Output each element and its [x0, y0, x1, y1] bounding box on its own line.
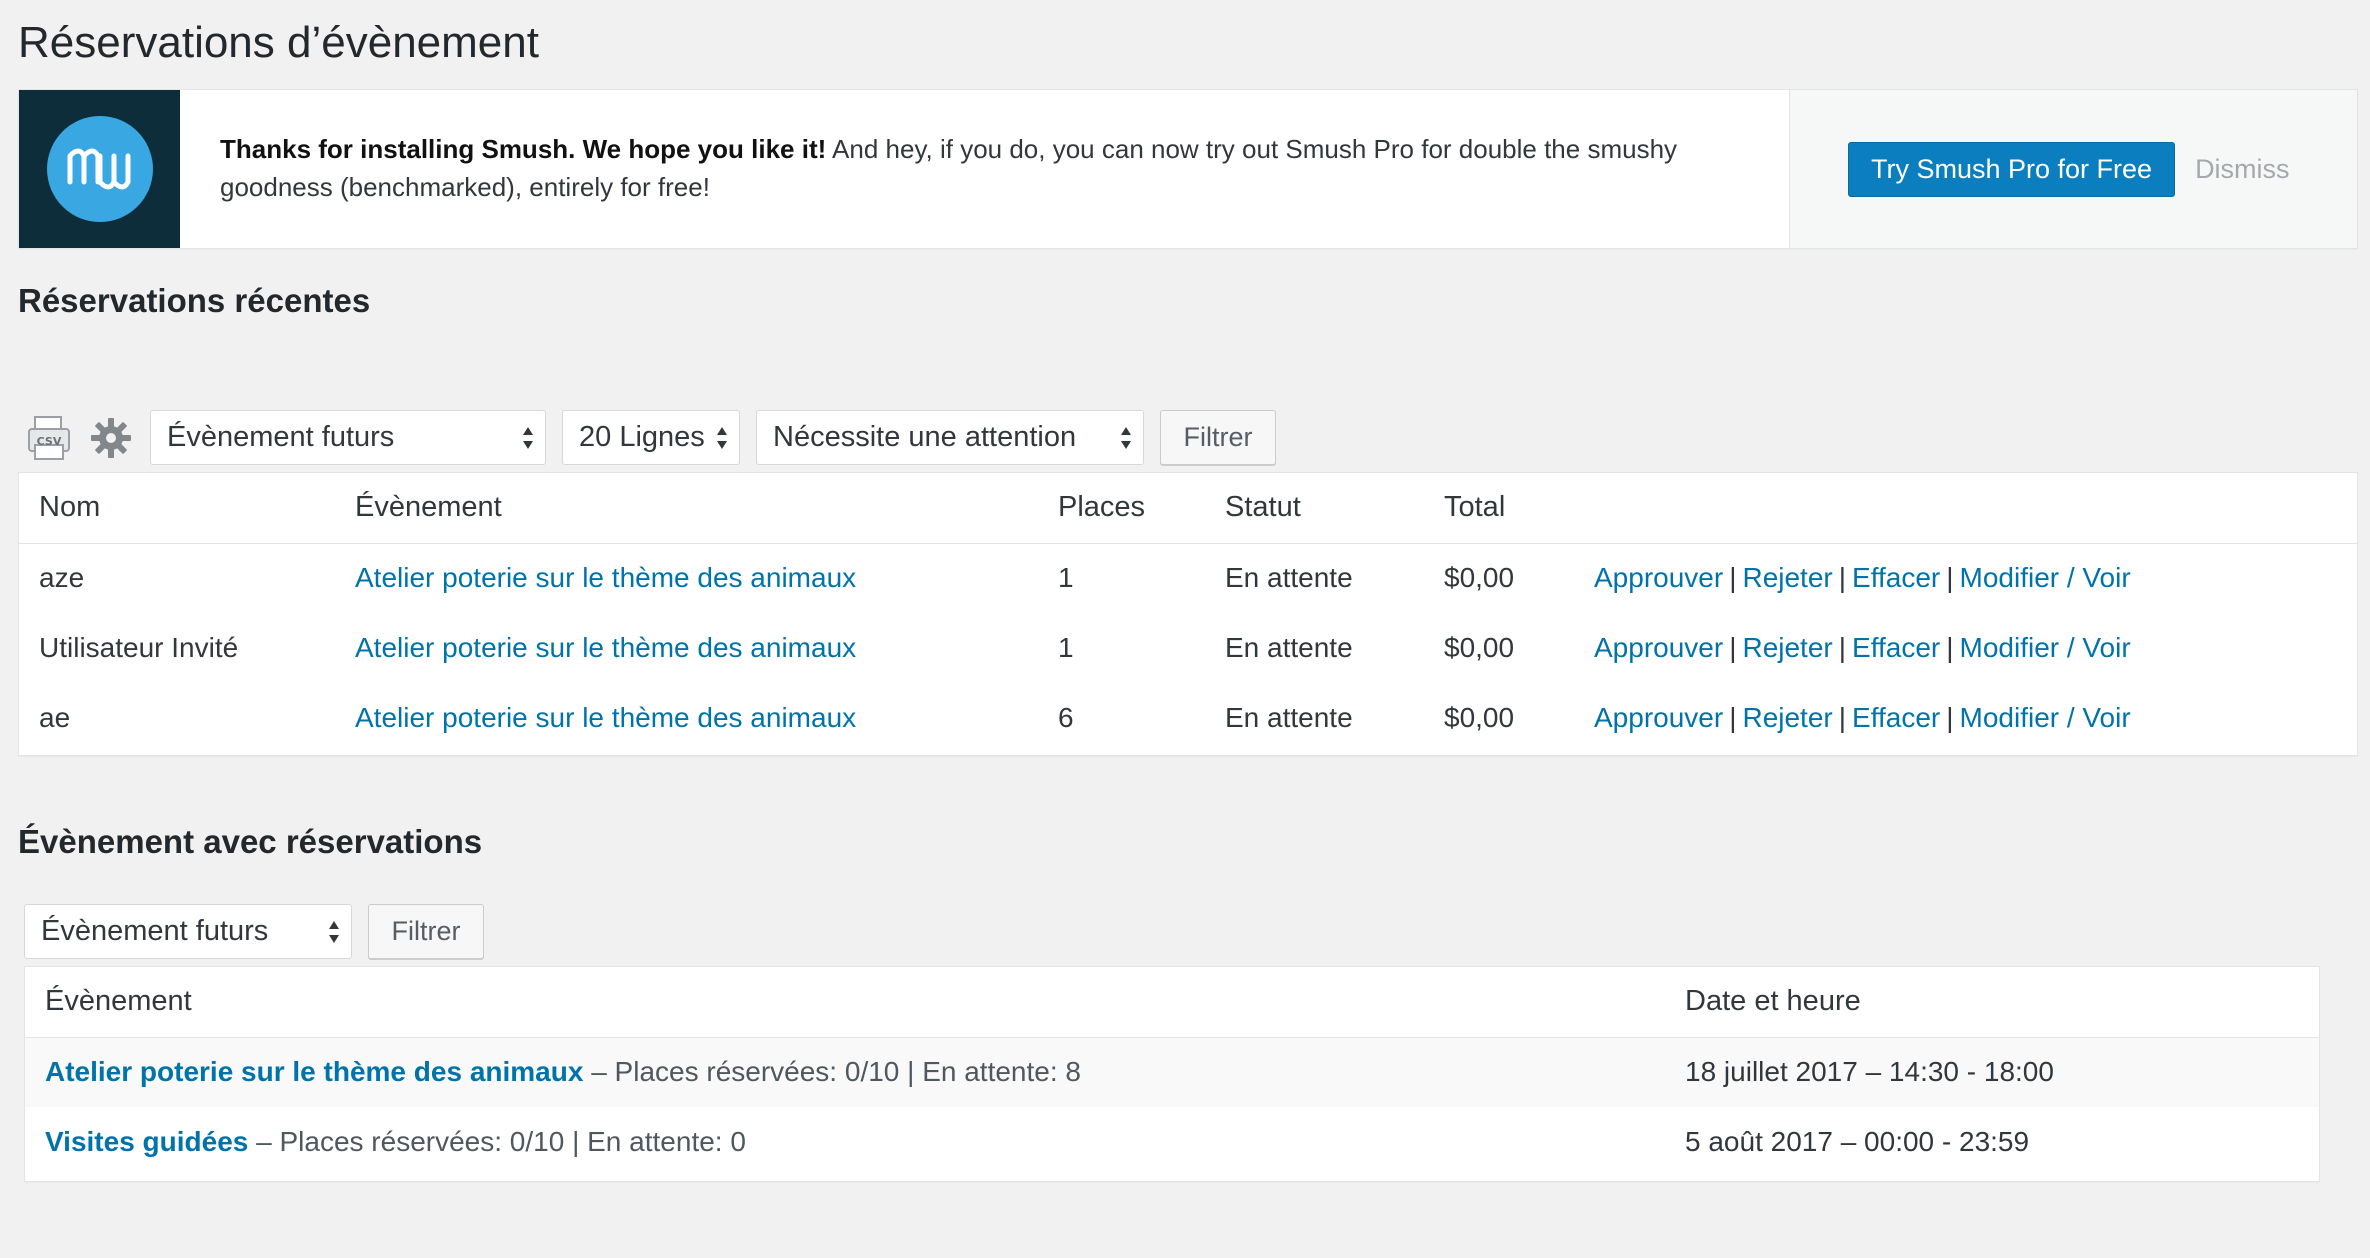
rows-select-value: 20 Lignes — [579, 421, 705, 453]
booking-event-link[interactable]: Atelier poterie sur le thème des animaux — [355, 562, 856, 593]
csv-export-icon[interactable]: CSV — [26, 413, 72, 463]
events-table: Évènement Date et heure Atelier poterie … — [24, 966, 2320, 1182]
scope-select[interactable]: Évènement futurs — [150, 410, 546, 465]
recent-bookings-table: Nom Évènement Places Statut Total aze At… — [18, 472, 2358, 756]
select-arrows-icon — [717, 427, 727, 449]
try-smush-pro-button[interactable]: Try Smush Pro for Free — [1848, 141, 2176, 197]
approve-link[interactable]: Approuver — [1594, 562, 1723, 593]
select-arrows-icon — [523, 427, 533, 449]
smush-logo — [19, 90, 180, 248]
booking-places: 1 — [1058, 562, 1074, 594]
table-row: Atelier poterie sur le thème des animaux… — [25, 1037, 2319, 1107]
edit-view-link[interactable]: Modifier / Voir — [1960, 632, 2131, 663]
page-title: Réservations d’évènement — [18, 18, 539, 67]
events-scope-select[interactable]: Évènement futurs — [24, 904, 352, 959]
event-title-link[interactable]: Visites guidées — [45, 1126, 248, 1157]
select-arrows-icon — [1121, 427, 1131, 449]
status-select-value: Nécessite une attention — [773, 421, 1077, 453]
reject-link[interactable]: Rejeter — [1742, 632, 1832, 663]
dismiss-link[interactable]: Dismiss — [2195, 154, 2290, 185]
events-filter-button[interactable]: Filtrer — [368, 904, 484, 959]
events-toolbar: Évènement futurs Filtrer — [24, 904, 484, 959]
event-cell: Atelier poterie sur le thème des animaux… — [25, 1037, 1665, 1107]
event-title-link[interactable]: Atelier poterie sur le thème des animaux — [45, 1056, 583, 1087]
table-row: Visites guidées – Places réservées: 0/10… — [25, 1107, 2319, 1177]
filter-button[interactable]: Filtrer — [1160, 410, 1276, 465]
booking-actions: Approuver | Rejeter | Effacer | Modifier / Voi… — [1594, 632, 2131, 663]
event-booking-summary: – Places réservées: 0/10 | En attente: 0 — [248, 1126, 746, 1157]
column-header-name: Nom — [19, 473, 335, 544]
page: Réservations d’évènement Thanks for inst… — [0, 0, 2370, 1258]
event-booking-summary: – Places réservées: 0/10 | En attente: 8 — [583, 1056, 1081, 1088]
recent-bookings-toolbar: CSV Évènement futurs 20 Lignes Nécessite… — [26, 410, 1276, 465]
table-row: ae Atelier poterie sur le thème des anim… — [19, 683, 2357, 753]
table-header-row: Nom Évènement Places Statut Total — [19, 473, 2357, 544]
column-header-places: Places — [1038, 473, 1205, 544]
column-header-status: Statut — [1205, 473, 1424, 544]
booking-name: ae — [39, 702, 71, 733]
delete-link[interactable]: Effacer — [1852, 702, 1940, 733]
booking-status: En attente — [1225, 702, 1353, 733]
event-date: 18 juillet 2017 – 14:30 - 18:00 — [1685, 1056, 2054, 1088]
edit-view-link[interactable]: Modifier / Voir — [1960, 562, 2131, 593]
gear-icon[interactable] — [88, 413, 134, 463]
booking-places: 6 — [1058, 702, 1074, 733]
smush-logo-icon — [46, 116, 153, 222]
approve-link[interactable]: Approuver — [1594, 632, 1723, 663]
column-header-event: Évènement — [25, 967, 1665, 1038]
column-header-total: Total — [1424, 473, 1574, 544]
notice-bold-text: Thanks for installing Smush. We hope you… — [220, 134, 827, 164]
booking-event-link[interactable]: Atelier poterie sur le thème des animaux — [355, 702, 856, 733]
events-scope-select-value: Évènement futurs — [41, 915, 269, 947]
booking-status: En attente — [1225, 562, 1353, 594]
svg-text:CSV: CSV — [37, 435, 62, 448]
edit-view-link[interactable]: Modifier / Voir — [1960, 702, 2131, 733]
status-select[interactable]: Nécessite une attention — [756, 410, 1144, 465]
column-header-event: Évènement — [335, 473, 1038, 544]
booking-total: $0,00 — [1444, 562, 1515, 594]
booking-actions: Approuver | Rejeter | Effacer | Modifier / Voi… — [1594, 562, 2131, 594]
event-date: 5 août 2017 – 00:00 - 23:59 — [1685, 1126, 2030, 1157]
column-header-date: Date et heure — [1665, 967, 2319, 1038]
booking-actions: Approuver | Rejeter | Effacer | Modifier / Voi… — [1594, 702, 2131, 733]
booking-event-link[interactable]: Atelier poterie sur le thème des animaux — [355, 632, 856, 663]
table-row: aze Atelier poterie sur le thème des ani… — [19, 543, 2357, 613]
select-arrows-icon — [329, 921, 339, 943]
recent-bookings-title: Réservations récentes — [18, 282, 371, 319]
notice-message: Thanks for installing Smush. We hope you… — [180, 90, 1789, 248]
booking-name: aze — [39, 562, 85, 594]
table-row: Utilisateur Invité Atelier poterie sur l… — [19, 613, 2357, 683]
notice-actions: Try Smush Pro for Free Dismiss — [1789, 90, 2357, 248]
reject-link[interactable]: Rejeter — [1742, 702, 1832, 733]
booking-status: En attente — [1225, 632, 1353, 663]
approve-link[interactable]: Approuver — [1594, 702, 1723, 733]
delete-link[interactable]: Effacer — [1852, 562, 1940, 593]
booking-places: 1 — [1058, 632, 1074, 663]
smush-notice: Thanks for installing Smush. We hope you… — [18, 89, 2358, 249]
table-header-row: Évènement Date et heure — [25, 967, 2319, 1038]
column-header-actions — [1574, 473, 2357, 544]
event-cell: Visites guidées – Places réservées: 0/10… — [25, 1107, 1665, 1177]
scope-select-value: Évènement futurs — [167, 421, 395, 453]
rows-select[interactable]: 20 Lignes — [562, 410, 740, 465]
booking-total: $0,00 — [1444, 632, 1515, 663]
delete-link[interactable]: Effacer — [1852, 632, 1940, 663]
events-with-bookings-title: Évènement avec réservations — [18, 823, 483, 860]
reject-link[interactable]: Rejeter — [1742, 562, 1832, 593]
booking-name: Utilisateur Invité — [39, 632, 239, 663]
booking-total: $0,00 — [1444, 702, 1515, 733]
